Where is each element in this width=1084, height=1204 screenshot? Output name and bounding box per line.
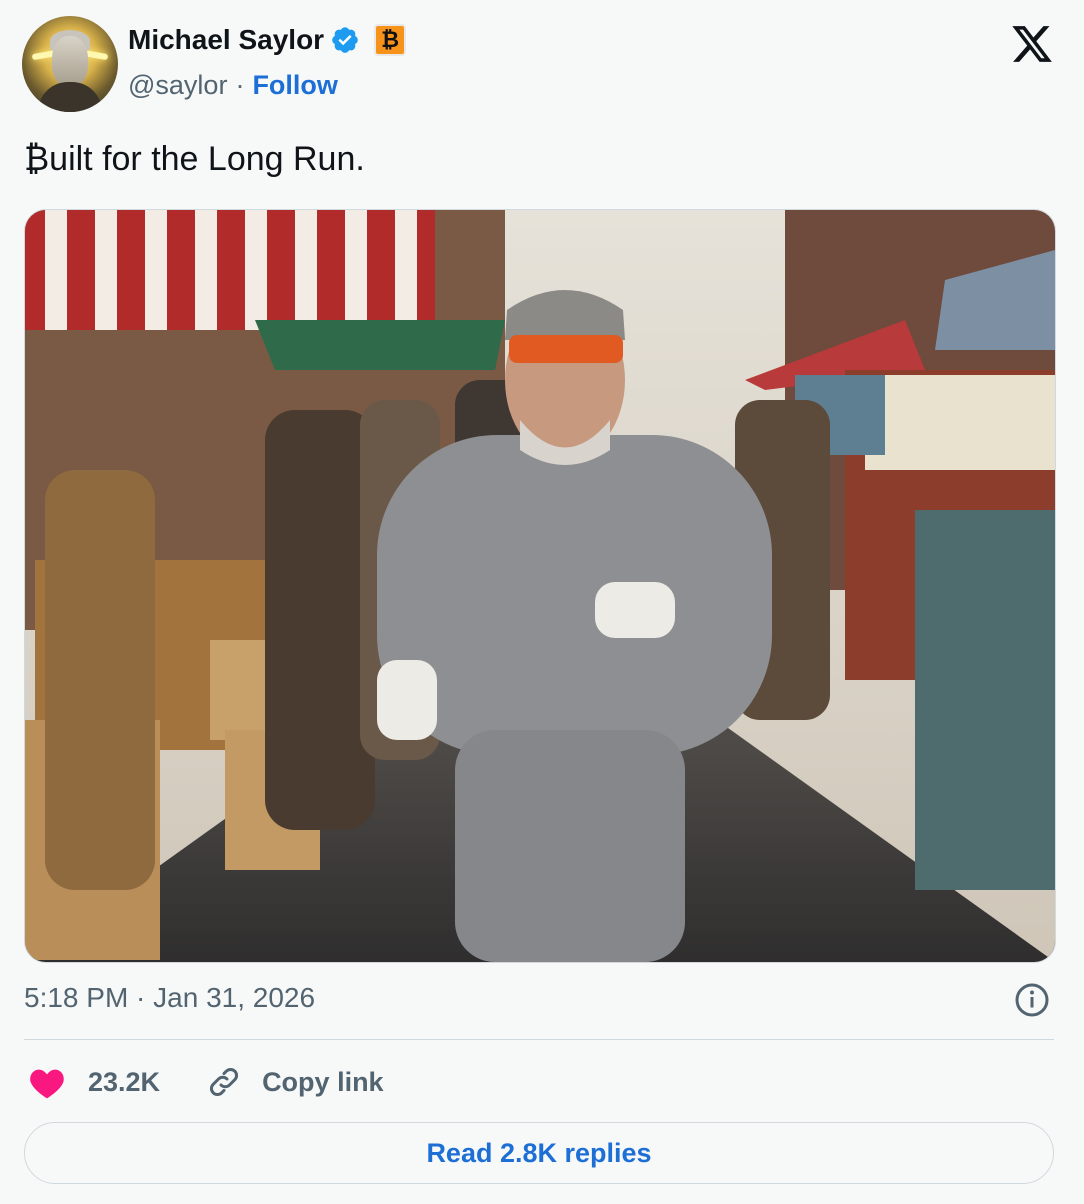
- copy-link-button[interactable]: Copy link: [262, 1067, 384, 1098]
- verified-badge-icon: [332, 27, 358, 53]
- photo-red-truck-cab: [865, 375, 1055, 470]
- link-icon[interactable]: [206, 1064, 242, 1100]
- like-count[interactable]: 23.2K: [88, 1067, 160, 1098]
- author-handle-row: @saylor · Follow: [128, 70, 338, 101]
- bitcoin-badge-icon[interactable]: ₿: [374, 24, 407, 56]
- handle-separator: ·: [235, 70, 245, 100]
- divider: [24, 1039, 1054, 1040]
- author-name-row: Michael Saylor ₿: [128, 24, 407, 56]
- read-replies-button[interactable]: Read 2.8K replies: [24, 1122, 1054, 1184]
- tweet-text: ₿uilt for the Long Run.: [24, 140, 365, 178]
- photo-awning: [25, 210, 435, 330]
- tweet-header: Michael Saylor ₿ @saylor · Follow: [22, 16, 1062, 116]
- tweet-media-photo[interactable]: [24, 209, 1056, 963]
- avatar-face: [52, 36, 88, 86]
- avatar-body: [38, 82, 102, 112]
- avatar[interactable]: [22, 16, 118, 112]
- tweet-actions: 23.2K Copy link: [28, 1062, 384, 1102]
- photo-illustration: [25, 210, 1055, 962]
- heart-icon[interactable]: [28, 1065, 66, 1099]
- info-icon[interactable]: [1014, 982, 1050, 1018]
- x-logo-icon[interactable]: [1010, 22, 1054, 66]
- photo-teal-truck: [915, 510, 1055, 890]
- author-handle[interactable]: @saylor: [128, 70, 227, 101]
- tweet-timestamp[interactable]: 5:18 PM · Jan 31, 2026: [24, 982, 315, 1014]
- follow-button[interactable]: Follow: [252, 70, 337, 101]
- photo-green-awning: [255, 320, 505, 370]
- author-name[interactable]: Michael Saylor: [128, 24, 324, 56]
